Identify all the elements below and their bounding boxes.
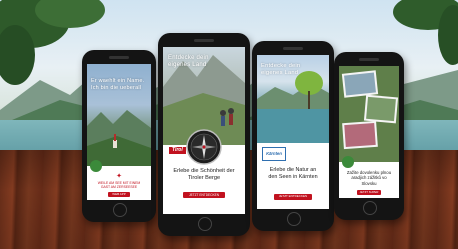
phone-1-screen: Er waehlt ein Name. Ich bin die ueberall… [87,64,151,200]
phone-4-caption: Zažite dovolenku plnou aradjich zážitků … [346,170,392,186]
phone-3-screen: Entdecke dein eigenes Land Kärnten Erleb… [257,55,329,209]
compass-icon [186,129,222,165]
phone-1-badge [90,160,102,172]
phone-1-button[interactable]: WEB APP [108,192,130,197]
phone-2-screen: Entdecke dein eigenes Land Tirol Erlebe … [163,47,245,214]
phone-1-compass-icon: ✦ [116,173,122,180]
home-button[interactable] [198,217,212,231]
home-button[interactable] [363,201,377,215]
home-button[interactable] [113,203,127,217]
tirol-logo: Tirol [169,147,186,154]
phone-3: Entdecke dein eigenes Land Kärnten Erleb… [252,41,334,231]
phone-3-button[interactable]: JETZT ENTDECKEN [274,194,312,200]
phone-4-photo-collage [339,66,399,162]
kaernten-logo: Kärnten [262,147,286,161]
phone-1-overlay-text: Er waehlt ein Name. Ich bin die ueberall [91,78,145,91]
hero-banner: Er waehlt ein Name. Ich bin die ueberall… [0,0,458,249]
home-button[interactable] [287,212,301,226]
photo-collage-graphic [339,66,399,162]
phone-1: Er waehlt ein Name. Ich bin die ueberall… [82,50,156,222]
phone-4-button[interactable]: JETZT SUPER [357,190,381,195]
phone-2-caption: Erlebe die Schönheit der Tiroler Berge [173,168,235,181]
phone-3-overlay-text: Entdecke dein eigenes Land [261,63,301,76]
phone-speaker [109,56,129,59]
phone-4-badge [342,156,354,168]
phone-2-button[interactable]: JETZT ENTDECKEN [183,192,225,198]
phone-4-screen: Zažite dovolenku plnou aradjich zážitků … [339,66,399,198]
phone-2: Entdecke dein eigenes Land Tirol Erlebe … [158,33,250,236]
phone-4: Zažite dovolenku plnou aradjich zážitků … [334,52,404,220]
phone-speaker [359,58,379,61]
phone-speaker [283,47,303,50]
phone-speaker [194,39,214,42]
phone-3-caption: Erlebe die Natur an den Seen in Kärnten [268,167,318,180]
phone-2-overlay-text: Entdecke dein eigenes Land [168,55,209,68]
valley-graphic [87,110,151,166]
phone-1-caption: WEILE AM SEE MIT EINEM GAST AM ZERSEESEE [97,181,141,190]
